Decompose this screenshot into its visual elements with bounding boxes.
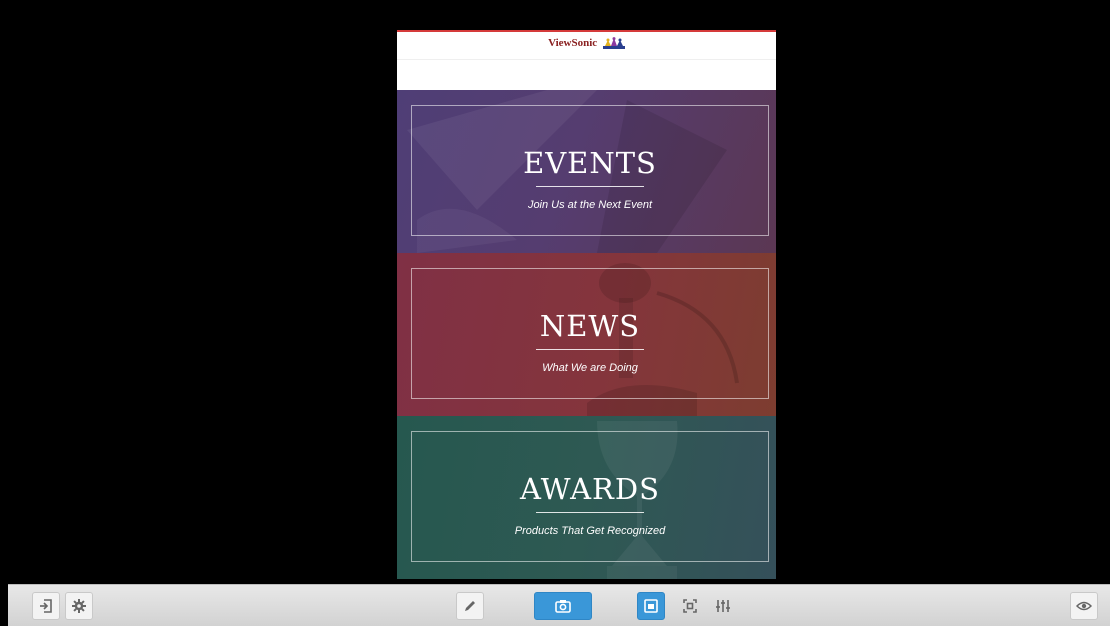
brand-name: ViewSonic: [548, 37, 598, 49]
preview-button[interactable]: [1070, 592, 1098, 620]
adjust-button[interactable]: [709, 592, 737, 620]
awards-panel[interactable]: AWARDS Products That Get Recognized: [397, 416, 776, 579]
fit-screen-icon: [644, 599, 658, 613]
page-header: ViewSonic: [397, 32, 776, 90]
birds-logo-icon: [602, 37, 625, 50]
panel-subtitle: Join Us at the Next Event: [527, 199, 653, 211]
header-divider: [397, 59, 776, 60]
panel-title: NEWS: [539, 309, 641, 343]
fit-screen-button[interactable]: [637, 592, 665, 620]
gear-icon: [72, 599, 86, 613]
adjust-sliders-icon: [716, 600, 730, 612]
settings-button[interactable]: [65, 592, 93, 620]
exit-button[interactable]: [32, 592, 60, 620]
panel-title: AWARDS: [519, 472, 661, 506]
title-underline: [536, 186, 644, 187]
crop-button[interactable]: [676, 592, 704, 620]
awards-frame: AWARDS Products That Get Recognized: [411, 431, 769, 562]
panel-subtitle: Products That Get Recognized: [514, 525, 666, 537]
bottom-toolbar: [8, 584, 1110, 626]
title-underline: [536, 349, 644, 350]
capture-button[interactable]: [534, 592, 592, 620]
camera-icon: [555, 600, 571, 613]
crop-icon: [683, 599, 697, 613]
news-panel[interactable]: NEWS What We are Doing: [397, 253, 776, 416]
eye-icon: [1076, 601, 1092, 611]
panel-subtitle: What We are Doing: [542, 362, 638, 374]
panel-title: EVENTS: [523, 146, 657, 180]
title-underline: [536, 512, 644, 513]
mobile-page-preview: ViewSonic EVENTS Join Us at the Next Eve…: [397, 30, 776, 579]
brand-logo[interactable]: ViewSonic: [397, 37, 776, 50]
news-frame: NEWS What We are Doing: [411, 268, 769, 399]
events-panel[interactable]: EVENTS Join Us at the Next Event: [397, 90, 776, 253]
exit-icon: [40, 599, 52, 613]
events-frame: EVENTS Join Us at the Next Event: [411, 105, 769, 236]
preview-viewer: ViewSonic EVENTS Join Us at the Next Eve…: [8, 8, 1110, 584]
draw-button[interactable]: [456, 592, 484, 620]
pencil-icon: [465, 601, 475, 611]
